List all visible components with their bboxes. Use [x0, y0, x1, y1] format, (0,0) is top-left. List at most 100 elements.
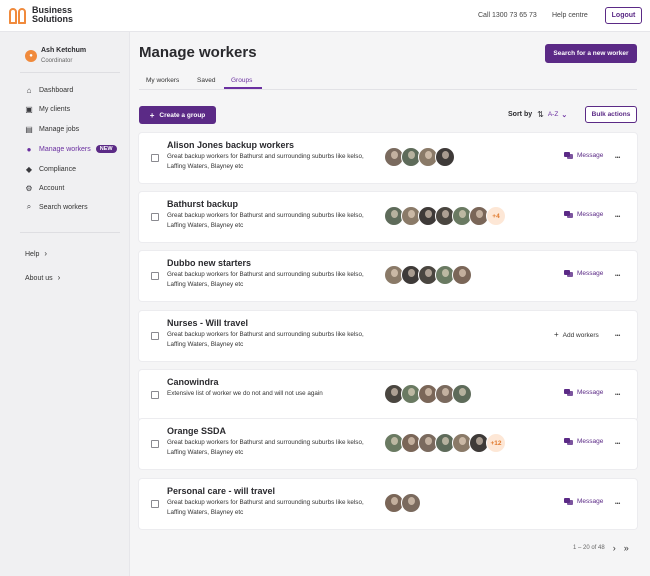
- add-workers-button[interactable]: + Add workers: [554, 330, 599, 339]
- group-checkbox[interactable]: [151, 154, 159, 162]
- sort-control[interactable]: Sort by ⇅ A-Z ⌄: [508, 110, 567, 119]
- sidebar-item-label: Search workers: [39, 203, 88, 211]
- next-page-icon[interactable]: ›: [613, 543, 616, 553]
- sidebar-item-label: My clients: [39, 105, 71, 113]
- group-checkbox[interactable]: [151, 332, 159, 340]
- logo-icon: [9, 6, 27, 24]
- chat-icon: [564, 389, 573, 396]
- message-button[interactable]: Message: [564, 152, 603, 159]
- chat-icon: [564, 498, 573, 505]
- worker-avatar[interactable]: [435, 147, 455, 167]
- chat-icon: [564, 438, 573, 445]
- logout-button[interactable]: Logout: [605, 7, 642, 24]
- sidebar-item-account[interactable]: ⚙ Account: [25, 182, 64, 194]
- chat-icon: [564, 211, 573, 218]
- clients-icon: ▣: [25, 104, 33, 114]
- group-checkbox[interactable]: [151, 440, 159, 448]
- group-description: Great backup workers for Bathurst and su…: [167, 153, 364, 170]
- group-checkbox[interactable]: [151, 391, 159, 399]
- call-link[interactable]: Call 1300 73 65 73: [478, 12, 537, 19]
- more-workers-badge[interactable]: +12: [486, 433, 506, 453]
- plus-icon: +: [554, 330, 559, 339]
- last-page-icon[interactable]: »: [624, 543, 629, 553]
- group-card[interactable]: Alison Jones backup workers Great backup …: [139, 133, 637, 183]
- worker-avatars: [384, 493, 421, 513]
- more-options-icon[interactable]: •••: [615, 155, 620, 161]
- workers-icon: ●: [26, 144, 32, 154]
- sidebar-item-manage-jobs[interactable]: ▤ Manage jobs: [25, 123, 79, 135]
- worker-avatar[interactable]: [452, 265, 472, 285]
- group-name[interactable]: Nurses - Will travel: [167, 318, 248, 328]
- sort-label: Sort by: [508, 111, 533, 118]
- sidebar-item-compliance[interactable]: ◆ Compliance: [25, 163, 76, 175]
- group-description: Great backup workers for Bathurst and su…: [167, 499, 364, 516]
- search-new-worker-button[interactable]: Search for a new worker: [545, 44, 637, 63]
- sidebar-item-label: Account: [39, 184, 65, 192]
- tab-groups[interactable]: Groups: [231, 77, 252, 84]
- new-badge: NEW: [95, 145, 117, 153]
- user-name: Ash Ketchum: [41, 47, 87, 54]
- tab-my-workers[interactable]: My workers: [146, 77, 179, 84]
- top-bar: Business Solutions Call 1300 73 65 73 He…: [0, 0, 650, 32]
- worker-avatars: +12: [384, 433, 506, 453]
- group-card[interactable]: Bathurst backup Great backup workers for …: [139, 192, 637, 242]
- sidebar-item-label: Manage workers: [39, 145, 91, 153]
- group-name[interactable]: Dubbo new starters: [167, 258, 251, 268]
- worker-avatar[interactable]: [401, 493, 421, 513]
- pagination-range: 1 – 20 of 48: [573, 545, 605, 551]
- group-name[interactable]: Alison Jones backup workers: [167, 140, 294, 150]
- logo[interactable]: Business Solutions: [9, 6, 73, 24]
- chevron-right-icon: ›: [57, 273, 61, 282]
- bulk-actions-button[interactable]: Bulk actions: [585, 106, 637, 123]
- more-options-icon[interactable]: •••: [615, 441, 620, 447]
- sidebar-item-label: Compliance: [39, 165, 76, 173]
- sidebar-item-dashboard[interactable]: ⌂ Dashboard: [25, 84, 74, 96]
- sidebar-item-label: Manage jobs: [39, 125, 80, 133]
- help-centre-link[interactable]: Help centre: [552, 12, 588, 19]
- about-us-link[interactable]: About us ›: [25, 273, 60, 282]
- more-options-icon[interactable]: •••: [615, 333, 620, 339]
- message-button[interactable]: Message: [564, 389, 603, 396]
- group-card[interactable]: Orange SSDA Great backup workers for Bath…: [139, 419, 637, 469]
- worker-avatars: [384, 265, 472, 285]
- brand-line-2: Solutions: [32, 14, 73, 24]
- worker-avatars: [384, 384, 472, 404]
- group-name[interactable]: Bathurst backup: [167, 199, 238, 209]
- more-options-icon[interactable]: •••: [615, 214, 620, 220]
- group-name[interactable]: Canowindra: [167, 377, 219, 387]
- help-link[interactable]: Help ›: [25, 249, 47, 258]
- group-checkbox[interactable]: [151, 500, 159, 508]
- message-button[interactable]: Message: [564, 211, 603, 218]
- pagination: 1 – 20 of 48 › »: [573, 543, 629, 553]
- group-name[interactable]: Personal care - will travel: [167, 486, 275, 496]
- more-options-icon[interactable]: •••: [615, 273, 620, 279]
- sidebar: ● Ash Ketchum Coordinator ⌂ Dashboard ▣ …: [0, 32, 130, 576]
- group-card[interactable]: Personal care - will travel Great backup …: [139, 479, 637, 529]
- sort-arrows-icon: ⇅: [537, 110, 544, 119]
- group-card[interactable]: Dubbo new starters Great backup workers f…: [139, 251, 637, 301]
- group-card[interactable]: Canowindra Extensive list of worker we do…: [139, 370, 637, 420]
- message-button[interactable]: Message: [564, 498, 603, 505]
- group-checkbox[interactable]: [151, 272, 159, 280]
- create-group-button[interactable]: + Create a group: [139, 106, 216, 124]
- group-checkbox[interactable]: [151, 213, 159, 221]
- chevron-right-icon: ›: [44, 249, 48, 258]
- more-options-icon[interactable]: •••: [615, 501, 620, 507]
- worker-avatars: +4: [384, 206, 506, 226]
- message-button[interactable]: Message: [564, 270, 603, 277]
- chat-icon: [564, 152, 573, 159]
- message-button[interactable]: Message: [564, 438, 603, 445]
- tab-saved[interactable]: Saved: [197, 77, 215, 84]
- chat-icon: [564, 270, 573, 277]
- group-description: Great backup workers for Bathurst and su…: [167, 271, 364, 288]
- group-description: Great backup workers for Bathurst and su…: [167, 212, 364, 229]
- sidebar-item-search-workers[interactable]: ⌕ Search workers: [25, 201, 88, 213]
- group-card[interactable]: Nurses - Will travel Great backup workers…: [139, 311, 637, 361]
- sidebar-item-manage-workers[interactable]: ● Manage workers NEW: [25, 143, 117, 155]
- more-workers-badge[interactable]: +4: [486, 206, 506, 226]
- sidebar-item-my-clients[interactable]: ▣ My clients: [25, 103, 70, 115]
- tabs-divider: [139, 89, 637, 90]
- more-options-icon[interactable]: •••: [615, 392, 620, 398]
- group-name[interactable]: Orange SSDA: [167, 426, 226, 436]
- worker-avatar[interactable]: [452, 384, 472, 404]
